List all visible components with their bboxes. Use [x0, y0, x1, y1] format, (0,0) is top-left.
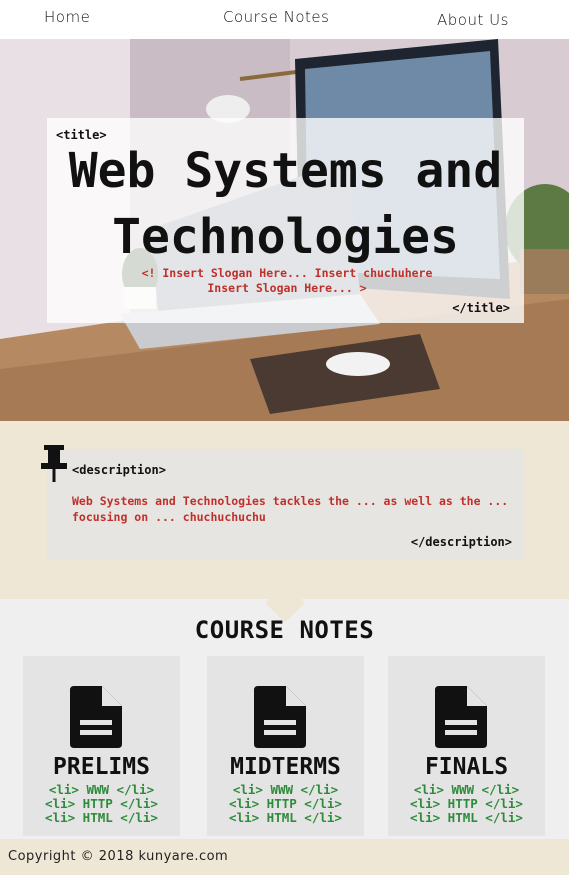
card-topic-list: <li> WWW </li> <li> HTTP </li> <li> HTML…	[23, 783, 180, 825]
list-item[interactable]: <li> HTML </li>	[23, 811, 180, 825]
card-title: MIDTERMS	[230, 754, 341, 780]
page-title-line2: Technologies	[112, 209, 459, 265]
description-open-tag: <description>	[72, 463, 166, 477]
page-title-line1: Web Systems and	[68, 143, 503, 199]
hero-banner: <title> Web Systems and Technologies <! …	[0, 39, 569, 421]
copyright-text: Copyright © 2018 kunyare.com	[8, 849, 229, 864]
document-icon	[435, 686, 487, 748]
description-text: Web Systems and Technologies tackles the…	[72, 494, 509, 524]
hero-title-box: <title> Web Systems and Technologies <! …	[47, 118, 524, 323]
description-box: <description> Web Systems and Technologi…	[47, 449, 524, 560]
list-item[interactable]: <li> HTTP </li>	[388, 797, 545, 811]
title-close-tag: </title>	[452, 301, 510, 315]
card-topic-list: <li> WWW </li> <li> HTTP </li> <li> HTML…	[207, 783, 364, 825]
list-item[interactable]: <li> HTML </li>	[388, 811, 545, 825]
list-item[interactable]: <li> WWW </li>	[23, 783, 180, 797]
course-notes-heading: COURSE NOTES	[194, 616, 375, 644]
slogan-line1: <! Insert Slogan Here... Insert chuchuhe…	[141, 266, 433, 280]
nav-course-notes-link[interactable]: Course Notes	[223, 8, 329, 26]
course-card-midterms[interactable]: MIDTERMS <li> WWW </li> <li> HTTP </li> …	[207, 656, 364, 836]
nav-about-link[interactable]: About Us	[437, 11, 509, 29]
document-icon	[70, 686, 122, 748]
pushpin-icon	[41, 445, 67, 482]
footer: Copyright © 2018 kunyare.com	[0, 839, 569, 875]
list-item[interactable]: <li> HTTP </li>	[23, 797, 180, 811]
card-topic-list: <li> WWW </li> <li> HTTP </li> <li> HTML…	[388, 783, 545, 825]
list-item[interactable]: <li> WWW </li>	[388, 783, 545, 797]
document-icon	[254, 686, 306, 748]
course-card-prelims[interactable]: PRELIMS <li> WWW </li> <li> HTTP </li> <…	[23, 656, 180, 836]
course-card-finals[interactable]: FINALS <li> WWW </li> <li> HTTP </li> <l…	[388, 656, 545, 836]
list-item[interactable]: <li> WWW </li>	[207, 783, 364, 797]
page-title: Web Systems and Technologies	[47, 138, 524, 270]
card-title: FINALS	[424, 754, 509, 780]
slogan-line2: Insert Slogan Here... >	[207, 281, 367, 295]
top-nav: Home Course Notes About Us	[0, 0, 569, 39]
list-item[interactable]: <li> HTML </li>	[207, 811, 364, 825]
nav-home-link[interactable]: Home	[44, 8, 90, 26]
card-title: PRELIMS	[53, 754, 150, 780]
description-section: <description> Web Systems and Technologi…	[0, 421, 569, 599]
slogan: <! Insert Slogan Here... Insert chuchuhe…	[107, 266, 467, 296]
list-item[interactable]: <li> HTTP </li>	[207, 797, 364, 811]
description-close-tag: </description>	[410, 535, 512, 549]
